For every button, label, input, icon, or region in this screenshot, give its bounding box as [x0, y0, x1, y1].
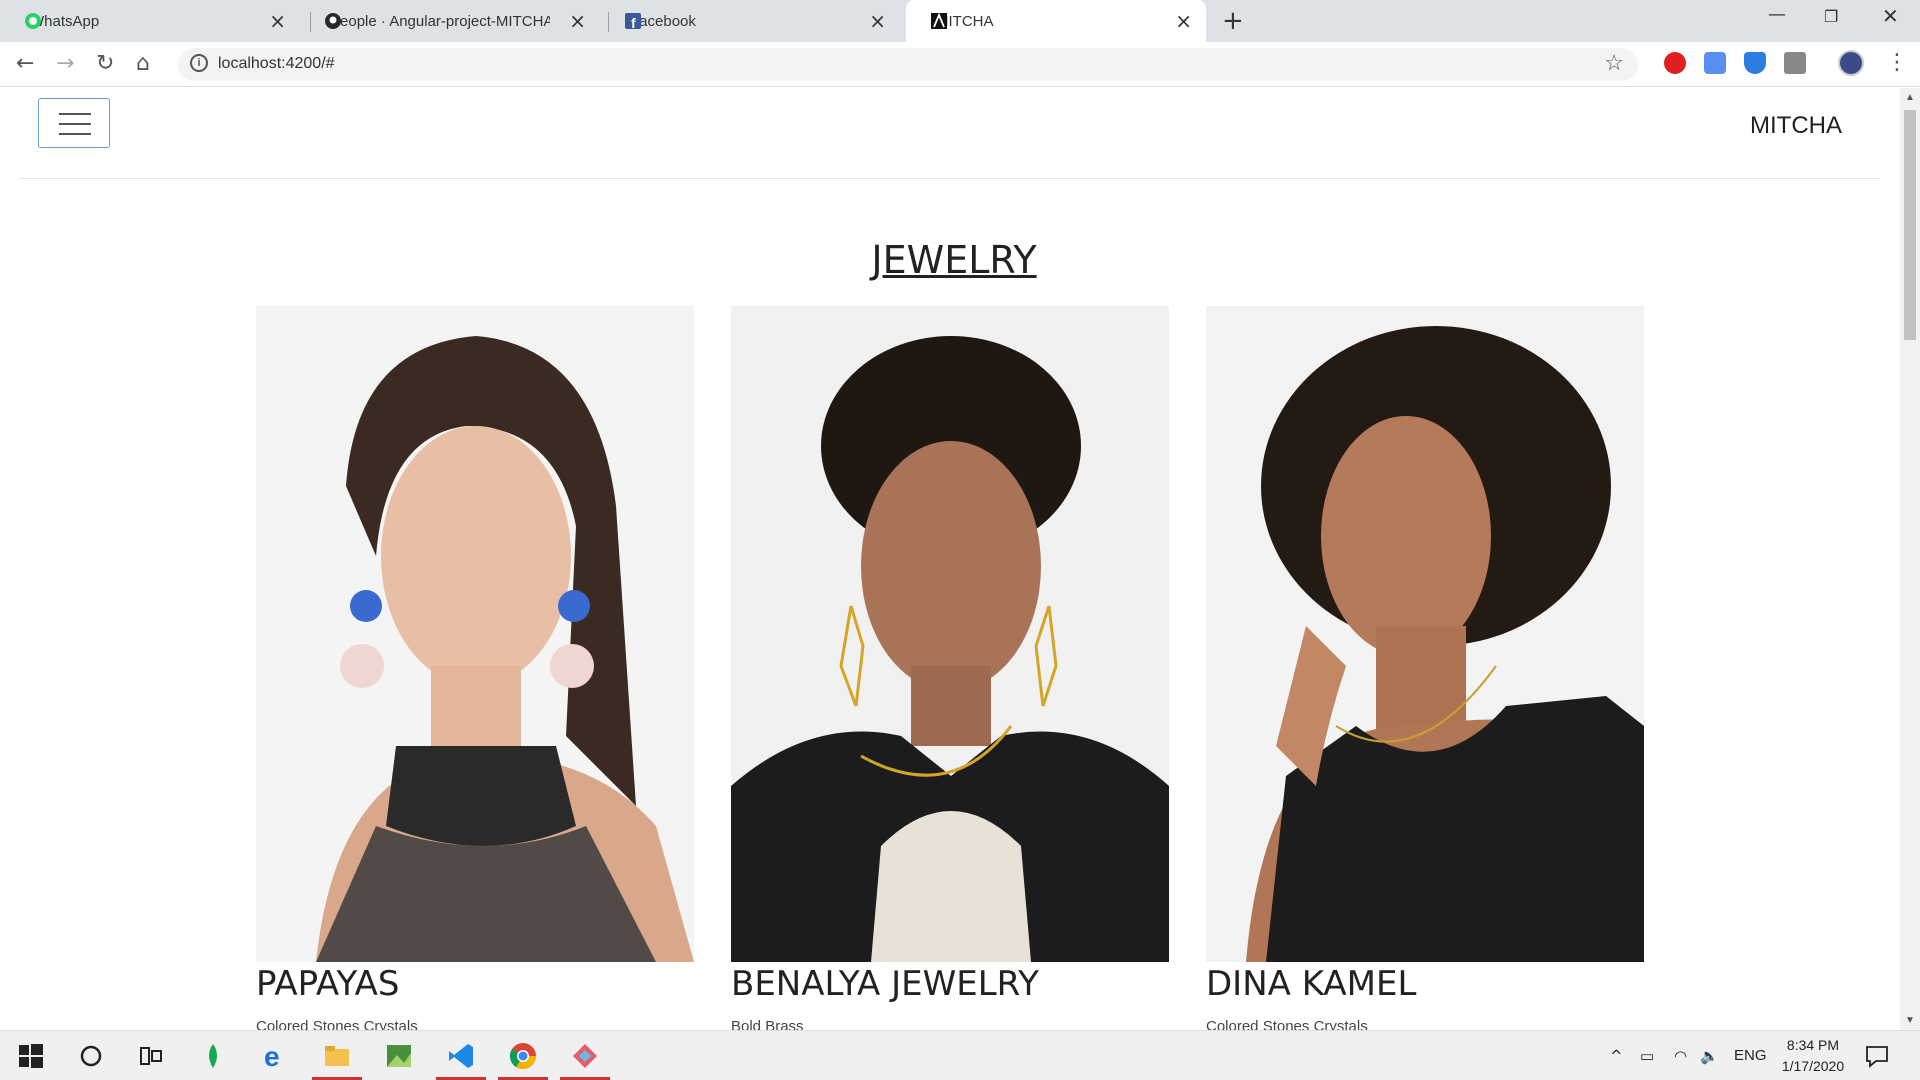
tab-strip: WhatsApp × People · Angular-project-MITC…	[0, 0, 1920, 42]
chevron-up-icon[interactable]: ^	[1610, 1047, 1623, 1065]
product-subtitle: Colored Stones Crystals	[256, 1018, 418, 1030]
model-photo-image	[256, 306, 694, 962]
forward-icon[interactable]: →	[56, 51, 74, 76]
battery-icon[interactable]: ▭	[1640, 1047, 1654, 1065]
back-icon[interactable]: ←	[16, 51, 34, 76]
translate-extension-icon[interactable]	[1704, 52, 1726, 74]
svg-text:e: e	[264, 1041, 280, 1071]
extension-icon[interactable]	[1784, 52, 1806, 74]
task-view-icon[interactable]	[136, 1041, 166, 1071]
file-explorer-icon[interactable]	[322, 1041, 352, 1071]
github-icon	[325, 13, 341, 29]
hamburger-line	[59, 113, 91, 115]
scroll-down-icon[interactable]: ▼	[1905, 1015, 1915, 1026]
product-card[interactable]: BENALYA JEWELRY Bold Brass	[731, 306, 1169, 1030]
hamburger-line	[59, 133, 91, 135]
tab-title: WhatsApp	[30, 12, 100, 30]
close-icon[interactable]: ×	[869, 9, 886, 33]
product-card[interactable]: DINA KAMEL Colored Stones Crystals	[1206, 306, 1644, 1030]
tab-title: Facebook	[630, 12, 696, 30]
whatsapp-icon	[25, 13, 41, 29]
page-content: MITCHA JEWELRY PAPAYAS Colored Stones Cr…	[0, 88, 1900, 1030]
product-subtitle: Colored Stones Crystals	[1206, 1018, 1368, 1030]
mitcha-icon	[931, 12, 947, 29]
scrollbar-thumb[interactable]	[1904, 110, 1916, 340]
url-text[interactable]: localhost:4200/#	[218, 55, 335, 73]
edge-icon[interactable]: e	[260, 1041, 290, 1071]
search-icon[interactable]	[76, 1041, 106, 1071]
clock-time: 8:34 PM	[1786, 1037, 1840, 1053]
git-client-icon[interactable]	[570, 1041, 600, 1071]
browser-toolbar: ← → ↻ ⌂ i localhost:4200/# ☆ ⋮	[0, 42, 1920, 87]
close-window-icon[interactable]: ✕	[1882, 4, 1899, 28]
photos-icon[interactable]	[384, 1041, 414, 1071]
site-info-icon[interactable]: i	[190, 54, 208, 72]
product-subtitle: Bold Brass	[731, 1018, 804, 1030]
language-indicator[interactable]: ENG	[1734, 1047, 1767, 1064]
restore-icon[interactable]: ❐	[1824, 7, 1838, 26]
model-photo-image	[1206, 306, 1644, 962]
section-title[interactable]: JEWELRY	[0, 238, 1900, 282]
opera-extension-icon[interactable]	[1664, 52, 1686, 74]
product-name[interactable]: DINA KAMEL	[1206, 964, 1644, 1004]
close-icon[interactable]: ×	[569, 9, 586, 33]
tab-title: MITCHA	[936, 12, 994, 30]
hamburger-line	[59, 123, 91, 125]
clock-date: 1/17/2020	[1781, 1058, 1845, 1074]
chrome-icon[interactable]	[508, 1041, 538, 1071]
product-photo[interactable]	[1206, 306, 1644, 962]
mongodb-icon[interactable]	[198, 1041, 228, 1071]
minimize-icon[interactable]: —	[1768, 4, 1786, 25]
facebook-icon: f	[625, 13, 641, 30]
vscode-icon[interactable]	[446, 1041, 476, 1071]
product-photo[interactable]	[256, 306, 694, 962]
product-photo[interactable]	[731, 306, 1169, 962]
product-card[interactable]: PAPAYAS Colored Stones Crystals	[256, 306, 694, 1030]
menu-dots-icon[interactable]: ⋮	[1886, 50, 1908, 75]
tab-mitcha[interactable]: MITCHA ×	[906, 0, 1206, 42]
taskbar: e ^ ▭ ◠ 🔈 ENG 8:34 PM 1/17/2020	[0, 1030, 1920, 1080]
close-icon[interactable]: ×	[269, 9, 286, 33]
tab-github[interactable]: People · Angular-project-MITCHA ×	[300, 0, 600, 42]
volume-icon[interactable]: 🔈	[1700, 1047, 1719, 1065]
bookmark-star-icon[interactable]: ☆	[1604, 51, 1624, 76]
avatar[interactable]	[1838, 50, 1864, 76]
hamburger-menu-button[interactable]	[38, 98, 110, 148]
reload-icon[interactable]: ↻	[96, 51, 114, 76]
wifi-icon[interactable]: ◠	[1674, 1047, 1687, 1065]
scroll-up-icon[interactable]: ▲	[1905, 92, 1915, 103]
svg-text:f: f	[631, 15, 636, 30]
close-icon[interactable]: ×	[1175, 9, 1192, 33]
notification-icon[interactable]	[1864, 1043, 1890, 1069]
shield-extension-icon[interactable]	[1744, 52, 1766, 74]
home-icon[interactable]: ⌂	[136, 51, 150, 76]
taskbar-clock[interactable]: 8:34 PM 1/17/2020	[1768, 1035, 1858, 1077]
product-name[interactable]: PAPAYAS	[256, 964, 694, 1004]
page-scrollbar[interactable]: ▲ ▼	[1900, 88, 1920, 1030]
tab-whatsapp[interactable]: WhatsApp ×	[0, 0, 300, 42]
tab-title: People · Angular-project-MITCHA	[330, 12, 550, 30]
product-name[interactable]: BENALYA JEWELRY	[731, 964, 1169, 1004]
new-tab-button[interactable]: +	[1222, 6, 1244, 36]
windows-start-icon[interactable]	[18, 1043, 44, 1069]
brand-link[interactable]: MITCHA	[1750, 112, 1842, 140]
tab-facebook[interactable]: f Facebook ×	[600, 0, 900, 42]
nav-divider	[20, 178, 1880, 179]
address-bar[interactable]: i localhost:4200/# ☆	[178, 48, 1638, 81]
model-photo-image	[731, 306, 1169, 962]
